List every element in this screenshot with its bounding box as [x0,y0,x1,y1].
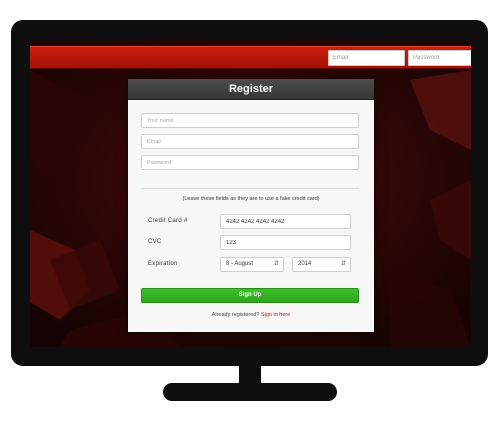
top-nav-bar [30,46,471,69]
screen: Register (Leave these fields as they are… [30,40,471,347]
cvc-label: CVC [148,239,162,245]
scene: Register (Leave these fields as they are… [0,0,500,425]
name-input[interactable] [141,113,359,128]
expiration-month-value: 8 - August [226,261,254,267]
credit-card-label: Credit Card # [148,218,188,224]
credit-card-input[interactable] [220,214,351,229]
divider [141,188,359,189]
expiration-label: Expiration [148,261,178,267]
monitor-stand-base [163,383,337,401]
fake-card-note: (Leave these fields as they are to use a… [182,196,320,202]
already-registered-text: Already registered? Sign in here [128,312,374,318]
header-password-input[interactable] [408,50,471,66]
expiration-month-select[interactable]: 8 - August ⇵ [220,257,284,272]
password-input[interactable] [141,155,359,170]
register-panel: Register (Leave these fields as they are… [128,79,374,332]
sign-in-link[interactable]: Sign in here [261,312,290,318]
already-registered-label: Already registered? [211,312,260,318]
sign-up-button[interactable]: Sign Up [141,288,359,303]
email-input[interactable] [141,134,359,149]
expiration-year-select[interactable]: 2014 ⇵ [292,257,351,272]
up-down-arrows-icon: ⇵ [273,261,279,267]
register-title: Register [128,79,374,100]
up-down-arrows-icon: ⇵ [340,261,346,267]
expiration-year-value: 2014 [298,261,312,267]
cvc-input[interactable] [220,235,351,250]
header-email-input[interactable] [328,50,405,66]
